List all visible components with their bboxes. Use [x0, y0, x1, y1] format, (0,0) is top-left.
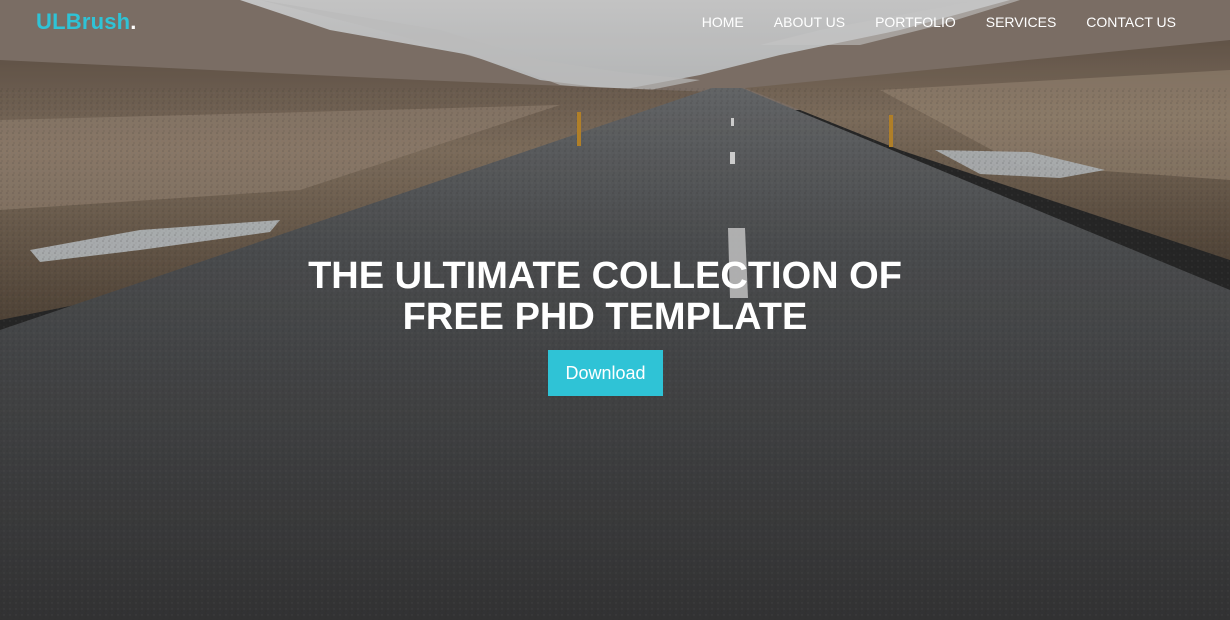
brand-logo[interactable]: ULBrush.	[36, 9, 137, 35]
brand-dot: .	[130, 9, 137, 34]
brand-name: ULBrush	[36, 9, 131, 34]
main-nav: HOME ABOUT US PORTFOLIO SERVICES CONTACT…	[672, 14, 1176, 30]
nav-item-home[interactable]: HOME	[702, 14, 744, 30]
hero-headline-line-2: FREE PHD TEMPLATE	[402, 296, 808, 338]
nav-item-portfolio[interactable]: PORTFOLIO	[875, 14, 956, 30]
hero-section: ULBrush. HOME ABOUT US PORTFOLIO SERVICE…	[0, 0, 1230, 620]
download-button[interactable]: Download	[548, 350, 663, 396]
hero-headline-line-1: THE ULTIMATE COLLECTION OF	[308, 255, 902, 297]
hero-headline: THE ULTIMATE COLLECTION OF FREE PHD TEMP…	[0, 256, 1210, 338]
nav-item-services[interactable]: SERVICES	[986, 14, 1057, 30]
nav-item-about-us[interactable]: ABOUT US	[774, 14, 845, 30]
nav-item-contact-us[interactable]: CONTACT US	[1086, 14, 1176, 30]
